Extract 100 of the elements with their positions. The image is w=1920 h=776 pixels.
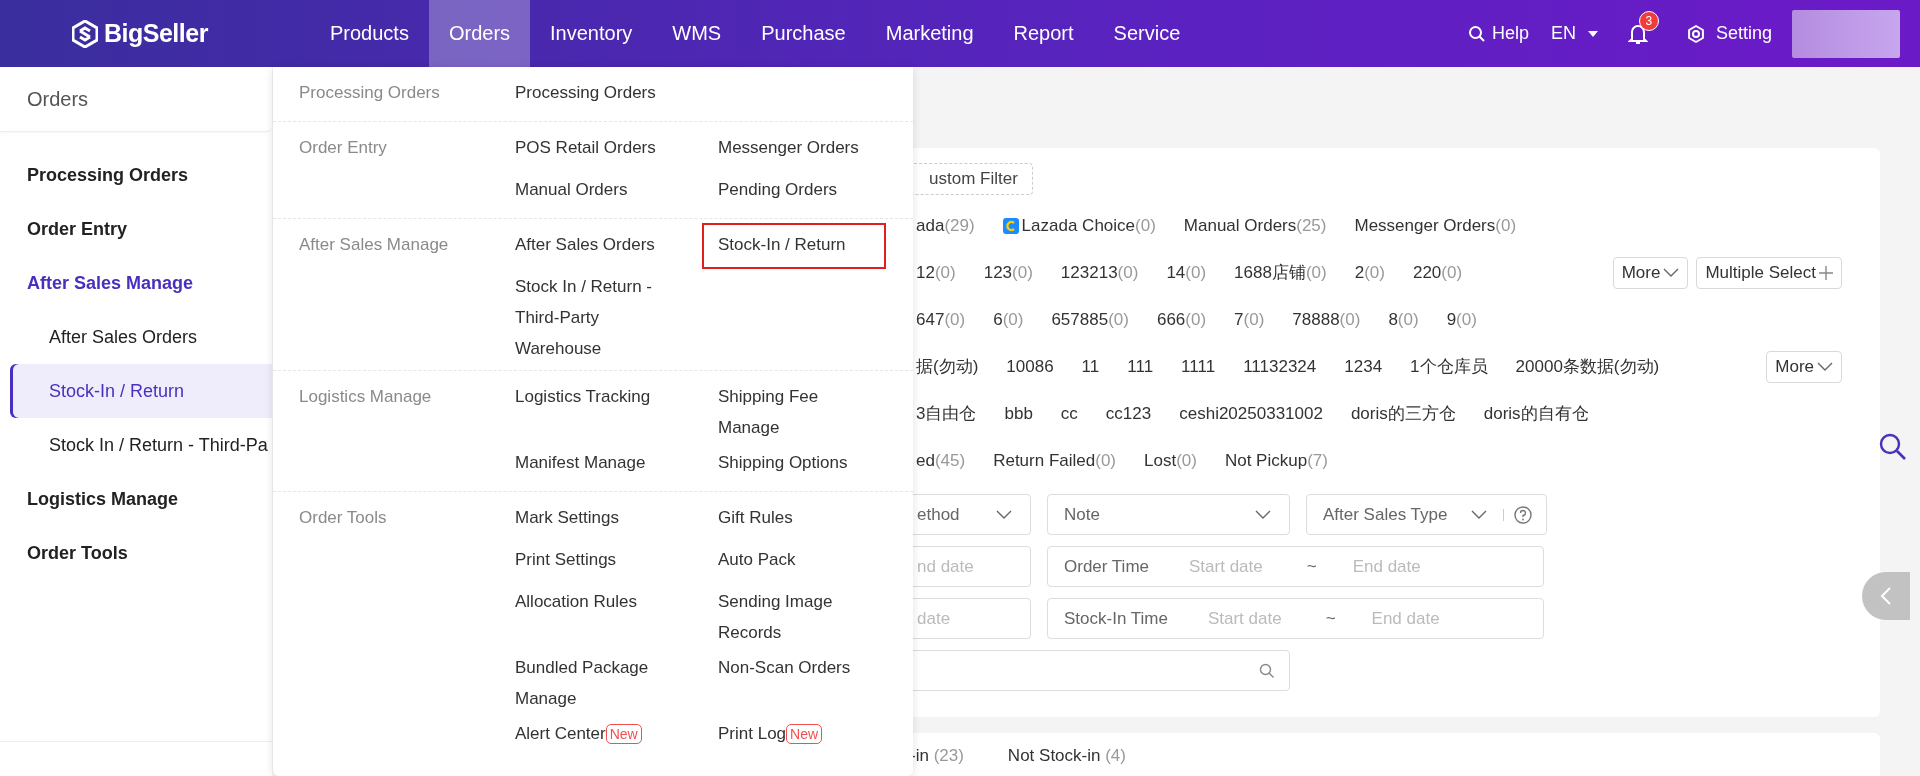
filter-option[interactable]: 1111 — [1181, 355, 1216, 378]
nav-tab[interactable]: Inventory — [530, 0, 653, 67]
filter-option[interactable]: 14(0) — [1166, 261, 1207, 284]
sidebar-item[interactable]: Order Tools — [0, 526, 272, 580]
new-badge: New — [605, 724, 642, 744]
menu-item[interactable]: Allocation Rules — [515, 582, 680, 648]
filter-option[interactable]: 9(0) — [1446, 309, 1477, 330]
menu-group-label: Logistics Manage — [298, 386, 433, 408]
filter-option[interactable]: cc — [1060, 402, 1078, 425]
filter-option[interactable]: 78888(0) — [1292, 309, 1361, 330]
menu-item[interactable]: Print Settings — [515, 540, 680, 582]
filter-option[interactable]: 3自由仓 — [916, 402, 977, 425]
filter-option[interactable]: 220(0) — [1412, 261, 1463, 284]
caret-icon — [1587, 30, 1598, 37]
filter-option[interactable]: 111 — [1127, 355, 1154, 378]
menu-item[interactable]: Alert Center New — [515, 714, 680, 756]
sidebar-subitem[interactable]: After Sales Orders — [10, 310, 272, 364]
nav-tab[interactable]: Report — [993, 0, 1094, 67]
filter-option[interactable]: 7(0) — [1234, 309, 1265, 330]
filter-option[interactable]: 1234 — [1344, 355, 1383, 378]
menu-item[interactable]: Processing Orders — [515, 73, 680, 115]
sidebar-item[interactable]: After Sales Manage — [0, 256, 272, 310]
menu-item[interactable]: Print Log New — [718, 714, 883, 756]
filter-option[interactable]: 11132324 — [1243, 355, 1317, 378]
filter-option[interactable]: 123(0) — [983, 261, 1033, 284]
language-selector[interactable]: EN — [1550, 23, 1598, 44]
help-link[interactable]: Help — [1467, 23, 1529, 44]
nav-tab[interactable]: Purchase — [741, 0, 866, 67]
menu-group-label: Order Entry — [298, 137, 388, 159]
filter-option[interactable]: 10086 — [1006, 355, 1054, 378]
menu-item[interactable]: Messenger Orders — [718, 128, 883, 170]
account-placeholder[interactable] — [1792, 9, 1900, 58]
sidebar-subitem[interactable]: Stock In / Return - Third-Pa — [10, 418, 272, 472]
sidebar-item[interactable]: Processing Orders — [0, 148, 272, 202]
chevron-down-icon — [1255, 510, 1271, 519]
menu-item[interactable]: Bundled Package Manage — [515, 648, 680, 714]
notification-bell-icon[interactable] — [1627, 22, 1648, 45]
select-field[interactable]: Note — [1047, 494, 1290, 535]
select-field[interactable]: After Sales Type — [1306, 494, 1547, 535]
filter-option[interactable]: 657885(0) — [1051, 309, 1129, 330]
filter-option[interactable]: 1688店铺(0) — [1234, 261, 1327, 284]
filter-option[interactable]: ceshi20250331002 — [1179, 402, 1323, 425]
menu-item[interactable]: Shipping Options — [718, 443, 883, 485]
settings-link[interactable]: Setting — [1685, 23, 1772, 44]
more-button[interactable]: More — [1766, 350, 1842, 383]
filter-option[interactable]: Manual Orders(25) — [1183, 215, 1327, 236]
filter-option[interactable]: cc123 — [1105, 402, 1152, 425]
filter-option[interactable]: ed(45) — [916, 450, 966, 471]
filter-option[interactable]: 12(0) — [916, 261, 956, 284]
filter-option[interactable]: Lost(0) — [1144, 450, 1197, 471]
menu-item[interactable]: Logistics Tracking — [515, 377, 680, 443]
filter-option[interactable]: 666(0) — [1156, 309, 1207, 330]
menu-item[interactable]: POS Retail Orders — [515, 128, 680, 170]
filter-option[interactable]: 123213(0) — [1060, 261, 1139, 284]
status-tab[interactable]: -in (23) — [910, 744, 964, 768]
menu-item[interactable]: Manual Orders — [515, 170, 680, 212]
nav-tab[interactable]: Marketing — [865, 0, 994, 67]
menu-item[interactable]: Shipping Fee Manage — [718, 377, 883, 443]
menu-item[interactable]: Non-Scan Orders — [718, 648, 883, 714]
nav-tab[interactable]: Orders — [428, 0, 531, 67]
filter-option[interactable]: 647(0) — [916, 309, 966, 330]
menu-item[interactable]: Mark Settings — [515, 498, 680, 540]
search-icon — [1467, 24, 1486, 43]
help-icon[interactable] — [1514, 505, 1532, 524]
filter-option[interactable]: 1个仓库员 — [1410, 355, 1488, 378]
filter-option[interactable]: ada(29) — [916, 215, 975, 236]
status-tab[interactable]: Not Stock-in (4) — [1007, 744, 1126, 768]
more-button[interactable]: More — [1612, 256, 1689, 289]
filter-option[interactable]: Lazada Choice(0) — [1002, 215, 1156, 236]
filter-option[interactable]: Not Pickup(7) — [1224, 450, 1328, 471]
menu-item[interactable]: After Sales Orders — [515, 225, 680, 267]
sidebar-item[interactable]: Order Entry — [0, 202, 272, 256]
date-range-field[interactable]: Order Time Start date ~ End date — [1047, 546, 1544, 587]
nav-tab[interactable]: Products — [310, 0, 429, 67]
sidebar-item[interactable]: Logistics Manage — [0, 472, 272, 526]
chevron-down-icon — [1663, 268, 1680, 277]
date-range-field[interactable]: Stock-In Time Start date ~ End date — [1047, 598, 1544, 639]
sidebar-subitem[interactable]: Stock-In / Return — [10, 364, 272, 418]
menu-item[interactable]: Stock-In / Return — [704, 225, 884, 267]
nav-tab[interactable]: Service — [1093, 0, 1201, 67]
filter-option[interactable]: 6(0) — [993, 309, 1024, 330]
multiple-select-button[interactable]: Multiple Select — [1696, 256, 1842, 289]
search-icon[interactable] — [1878, 432, 1908, 462]
menu-item[interactable]: Pending Orders — [718, 170, 883, 212]
menu-item[interactable]: Manifest Manage — [515, 443, 680, 485]
nav-tab[interactable]: WMS — [652, 0, 742, 67]
menu-item[interactable]: Stock In / Return - Third-Party Warehouse — [515, 267, 680, 364]
menu-group-label: Processing Orders — [298, 82, 441, 104]
filter-option[interactable]: 据(勿动) — [916, 355, 979, 378]
filter-option[interactable]: 2(0) — [1354, 261, 1385, 284]
filter-option[interactable]: 20000条数据(勿动) — [1515, 355, 1660, 378]
filter-option[interactable]: doris的三方仓 — [1350, 402, 1456, 425]
filter-option[interactable]: bbb — [1004, 402, 1033, 425]
filter-option[interactable]: 8(0) — [1388, 309, 1419, 330]
filter-option[interactable]: 11 — [1081, 355, 1100, 378]
filter-option[interactable]: doris的自有仓 — [1483, 402, 1589, 425]
sidebar-title: Orders — [0, 67, 272, 132]
settings-icon — [1685, 23, 1706, 44]
filter-option[interactable]: Return Failed(0) — [993, 450, 1116, 471]
filter-option[interactable]: Messenger Orders(0) — [1354, 215, 1517, 236]
